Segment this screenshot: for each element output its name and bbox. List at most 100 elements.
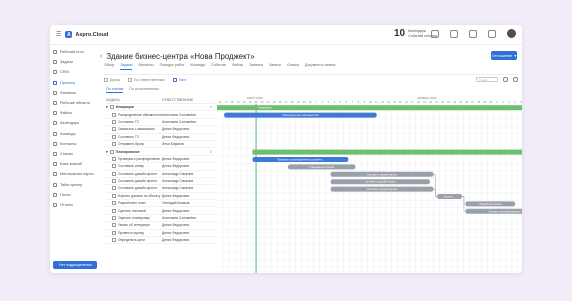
task-row[interactable]: Сделать чистовой Денис Федорович (106, 207, 215, 215)
task-row[interactable]: Составить ТЗ Анастасия Соловьёва (106, 119, 215, 127)
tab[interactable]: Заметки (249, 63, 263, 70)
tab[interactable]: Записи (269, 63, 281, 70)
grouping-tab[interactable]: По этапам (106, 87, 124, 93)
gantt-canvas: МАРТ 2022 АПРЕЛЬ 202216 17 18 19 20 21 22 23 24 25… (217, 96, 522, 273)
task-owner: Анастасия Соловьёва (162, 119, 196, 124)
task-checkbox[interactable] (112, 179, 116, 184)
task-checkbox[interactable] (112, 230, 116, 235)
task-row[interactable]: Составить дизайн-проект Александр Смирнов (106, 171, 215, 178)
sidebar-item[interactable]: Почта (50, 190, 98, 200)
task-checkbox[interactable] (112, 186, 116, 191)
chat-icon[interactable] (450, 29, 458, 38)
task-row[interactable]: Проверка и распределение Денис Федорович (106, 156, 215, 164)
task-checkbox[interactable] (112, 216, 116, 221)
chevron-down-icon[interactable]: ▾ (106, 105, 108, 109)
task-checkbox[interactable] (112, 238, 116, 243)
tab[interactable]: Обзор (104, 63, 114, 70)
task-row[interactable]: Провести оценку Денис Федорович (106, 230, 215, 238)
tab[interactable]: Документы заявок (305, 63, 336, 70)
task-row[interactable]: Составить ТЗ Денис Федорович (106, 134, 215, 141)
task-group-row[interactable]: ▾ Инициация 2 (106, 104, 215, 112)
task-checkbox[interactable] (112, 193, 116, 198)
avatar[interactable] (507, 29, 516, 38)
filter-icon[interactable] (503, 77, 508, 82)
gantt-day-label: 19 (237, 100, 240, 104)
apps-icon[interactable] (488, 29, 496, 38)
task-checkbox[interactable] (112, 119, 116, 124)
task-cell: Составить ТЗ (106, 119, 162, 124)
task-row[interactable]: Составить дизайн-проект Александр Смирнов (106, 185, 215, 193)
gantt-day-label: 17 (225, 100, 228, 104)
tab[interactable]: Списки (287, 63, 299, 70)
gantt-bar[interactable] (252, 149, 523, 155)
sidebar-item-label: Списки (60, 151, 73, 156)
sidebar-item[interactable]: Календарь (50, 118, 98, 128)
task-row[interactable]: Разработать план Геннадий Казаков (106, 200, 215, 208)
task-checkbox[interactable] (109, 149, 114, 154)
task-group-row[interactable]: ▾ Планирование 2 (106, 148, 215, 156)
tab[interactable]: Финансы (138, 63, 153, 70)
task-checkbox[interactable] (112, 208, 116, 213)
tab[interactable]: Задачи (120, 63, 133, 70)
task-owner: Денис Федорович (162, 223, 190, 228)
task-owner: Денис Федорович (162, 230, 190, 235)
task-checkbox[interactable] (112, 142, 116, 147)
menu-icon[interactable]: ☰ (56, 31, 61, 38)
gantt-view-button[interactable]: Гант (172, 77, 186, 82)
tab[interactable]: Порядок работ (160, 63, 185, 70)
by-owner-view-button[interactable]: По ответственным (127, 77, 165, 82)
board-view-button[interactable]: Доска (104, 77, 120, 82)
tab[interactable]: События (211, 63, 226, 70)
gantt-icon (172, 77, 177, 82)
task-checkbox[interactable] (112, 201, 116, 206)
sidebar-item[interactable]: Тайм-трекер (50, 179, 98, 189)
task-checkbox[interactable] (112, 134, 116, 139)
task-row[interactable]: Изучить данные по объекту Денис Федорович (106, 193, 215, 201)
task-row[interactable]: Распределение обязанностей Анастасия Соло… (106, 111, 215, 119)
gantt-day-label: 22 (441, 100, 444, 104)
sidebar-item[interactable]: CRM (50, 67, 98, 77)
tab[interactable]: Команда (190, 63, 205, 70)
logo[interactable]: A Aspro.Cloud (65, 31, 108, 38)
task-checkbox[interactable] (112, 164, 116, 169)
task-row[interactable]: Отправить бриф Илья Баранов (106, 141, 215, 149)
search-input[interactable]: Поиск (476, 77, 498, 82)
task-checkbox[interactable] (112, 223, 116, 228)
task-row[interactable]: Составить дизайн-проект Александр Смирнов (106, 178, 215, 186)
bell-icon[interactable] (469, 29, 477, 38)
task-checkbox[interactable] (112, 127, 116, 132)
sidebar-item[interactable]: Проекты (50, 78, 98, 88)
chevron-down-icon[interactable]: ▾ (106, 150, 108, 154)
gantt-month-label: МАРТ 2022 (247, 96, 263, 100)
tab[interactable]: Файлы (232, 63, 243, 70)
settings-icon[interactable] (513, 77, 518, 82)
task-row[interactable]: Связаться с заказчиком Денис Федорович (106, 126, 215, 134)
sidebar-item[interactable]: Ментальные карты (50, 169, 98, 179)
task-checkbox[interactable] (112, 112, 116, 117)
sidebar-item[interactable]: Команда (50, 129, 98, 139)
task-row[interactable]: Определить цели Денис Федорович (106, 237, 215, 245)
sidebar-item[interactable]: Контакты (50, 139, 98, 149)
task-checkbox[interactable] (112, 156, 116, 161)
back-arrow-icon[interactable]: ‹ (100, 53, 102, 60)
grouping-tab[interactable]: По исполнителям (129, 87, 158, 93)
task-checkbox[interactable] (112, 171, 116, 176)
sidebar-item[interactable]: Списки (50, 149, 98, 159)
sidebar-item[interactable]: База знаний (50, 159, 98, 169)
task-name: Инициация (115, 105, 134, 110)
sidebar-item[interactable]: Финансы (50, 88, 98, 98)
sidebar-item-label: Рабочие области (60, 101, 91, 106)
sidebar-item[interactable]: Задачи (50, 57, 98, 67)
sidebar-item[interactable]: Рабочий стол (50, 47, 98, 57)
task-row[interactable]: Составить схему Денис Федорович (106, 163, 215, 171)
sidebar-item[interactable]: Файлы (50, 108, 98, 118)
task-row[interactable]: Узнать об интерьере Денис Федорович (106, 222, 215, 230)
sidebar-item[interactable]: Рабочие области (50, 98, 98, 108)
task-checkbox[interactable] (109, 105, 114, 110)
sidebar-item[interactable]: Отчеты (50, 200, 98, 210)
task-row[interactable]: Оценить планировку Анастасия Соловьёва (106, 215, 215, 223)
task-name: Составить ТЗ (118, 119, 139, 124)
mail-icon[interactable] (431, 29, 439, 38)
status-button[interactable]: Отношение ▾ (491, 51, 517, 60)
department-button[interactable]: Нет подразделения (53, 261, 97, 269)
